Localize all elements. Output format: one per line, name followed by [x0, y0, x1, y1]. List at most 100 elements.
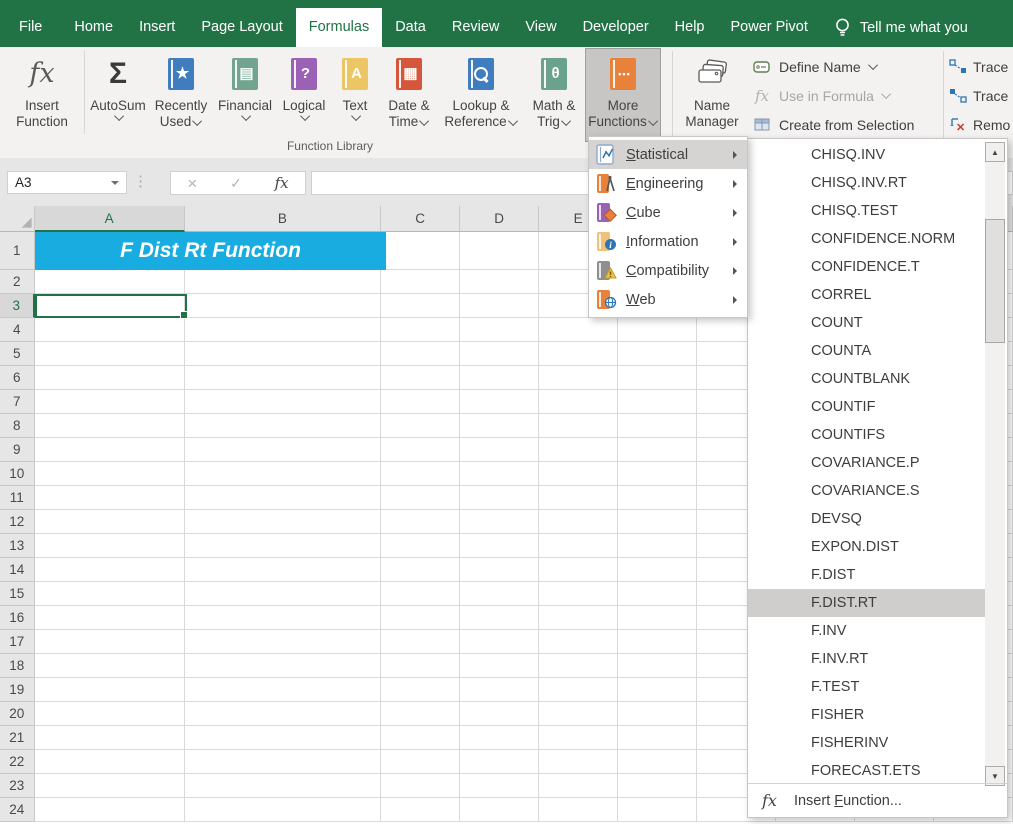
formula-bar-grip-icon[interactable]: ⋮: [133, 172, 148, 190]
cell[interactable]: [35, 270, 185, 294]
remove-arrows-button[interactable]: ✕Remo: [948, 110, 1013, 139]
row-header-16[interactable]: 16: [0, 606, 35, 630]
row-header-19[interactable]: 19: [0, 678, 35, 702]
cell[interactable]: [618, 366, 697, 390]
cell[interactable]: [618, 414, 697, 438]
date-time-button[interactable]: ▦Date &Time: [379, 48, 439, 142]
tab-home[interactable]: Home: [61, 8, 126, 47]
cell[interactable]: [185, 606, 381, 630]
row-header-5[interactable]: 5: [0, 342, 35, 366]
row-header-18[interactable]: 18: [0, 654, 35, 678]
function-list-scrollbar[interactable]: ▲ ▼: [985, 142, 1005, 786]
cell[interactable]: [618, 774, 697, 798]
cell[interactable]: [460, 510, 539, 534]
cell[interactable]: [381, 678, 460, 702]
function-item-confidence-t[interactable]: CONFIDENCE.T: [748, 253, 986, 281]
cell[interactable]: [539, 798, 618, 822]
cell[interactable]: [539, 726, 618, 750]
cell[interactable]: [35, 342, 185, 366]
cell[interactable]: [185, 702, 381, 726]
function-item-expon-dist[interactable]: EXPON.DIST: [748, 533, 986, 561]
cell[interactable]: [460, 232, 539, 270]
cell[interactable]: [185, 798, 381, 822]
cell[interactable]: [35, 606, 185, 630]
cell[interactable]: [185, 750, 381, 774]
row-header-8[interactable]: 8: [0, 414, 35, 438]
tab-power-pivot[interactable]: Power Pivot: [717, 8, 820, 47]
row-header-4[interactable]: 4: [0, 318, 35, 342]
function-item-covariance-p[interactable]: COVARIANCE.P: [748, 449, 986, 477]
tab-developer[interactable]: Developer: [570, 8, 662, 47]
cell[interactable]: [35, 462, 185, 486]
column-header-B[interactable]: B: [185, 206, 381, 232]
cell[interactable]: [539, 414, 618, 438]
function-item-covariance-s[interactable]: COVARIANCE.S: [748, 477, 986, 505]
cell[interactable]: [35, 414, 185, 438]
row-header-9[interactable]: 9: [0, 438, 35, 462]
tab-file[interactable]: File: [0, 8, 61, 47]
cell[interactable]: [460, 582, 539, 606]
cell[interactable]: [460, 486, 539, 510]
cell[interactable]: [381, 606, 460, 630]
financial-button[interactable]: ▤Financial: [213, 48, 277, 142]
function-item-correl[interactable]: CORREL: [748, 281, 986, 309]
tab-data[interactable]: Data: [382, 8, 439, 47]
cell[interactable]: [185, 678, 381, 702]
row-header-10[interactable]: 10: [0, 462, 35, 486]
fill-handle[interactable]: [180, 311, 188, 319]
cell[interactable]: [539, 342, 618, 366]
scrollbar-thumb[interactable]: [985, 219, 1005, 343]
cell[interactable]: [35, 798, 185, 822]
cell[interactable]: [381, 232, 460, 270]
cell[interactable]: [185, 510, 381, 534]
function-item-count[interactable]: COUNT: [748, 309, 986, 337]
cell[interactable]: [381, 510, 460, 534]
cell[interactable]: [460, 438, 539, 462]
cell[interactable]: [185, 534, 381, 558]
cell[interactable]: [539, 462, 618, 486]
cell[interactable]: [35, 630, 185, 654]
cell[interactable]: [460, 534, 539, 558]
cell[interactable]: [185, 318, 381, 342]
cell[interactable]: [185, 342, 381, 366]
cell[interactable]: [35, 582, 185, 606]
math-trig-button[interactable]: θMath &Trig: [523, 48, 585, 142]
scroll-up-arrow-icon[interactable]: ▲: [985, 142, 1005, 162]
tab-page-layout[interactable]: Page Layout: [188, 8, 295, 47]
cell[interactable]: [381, 702, 460, 726]
cell[interactable]: [460, 270, 539, 294]
cell[interactable]: [460, 414, 539, 438]
cell[interactable]: [460, 630, 539, 654]
cell[interactable]: [539, 774, 618, 798]
cell[interactable]: [539, 558, 618, 582]
text-button[interactable]: AText: [331, 48, 379, 142]
row-header-2[interactable]: 2: [0, 270, 35, 294]
selected-cell-A3[interactable]: [35, 294, 187, 318]
cell[interactable]: [618, 510, 697, 534]
cell[interactable]: [185, 414, 381, 438]
cell[interactable]: [185, 438, 381, 462]
tab-help[interactable]: Help: [662, 8, 718, 47]
cancel-icon[interactable]: ×: [187, 175, 197, 192]
cell[interactable]: [618, 726, 697, 750]
cell[interactable]: [185, 294, 381, 318]
cell[interactable]: [381, 318, 460, 342]
function-item-forecast-ets[interactable]: FORECAST.ETS: [748, 757, 986, 785]
trace-dependents-button[interactable]: Trace: [948, 81, 1013, 110]
cell[interactable]: [539, 534, 618, 558]
menu-item-compatibility[interactable]: Compatibility: [589, 256, 747, 285]
cell[interactable]: [35, 774, 185, 798]
cell[interactable]: [460, 750, 539, 774]
column-header-A[interactable]: A: [35, 206, 185, 232]
function-item-chisq-test[interactable]: CHISQ.TEST: [748, 197, 986, 225]
insert-function-icon[interactable]: fx: [275, 174, 289, 192]
cell[interactable]: [381, 582, 460, 606]
cell[interactable]: [381, 798, 460, 822]
cell[interactable]: [185, 462, 381, 486]
row-header-24[interactable]: 24: [0, 798, 35, 822]
cell[interactable]: [185, 270, 381, 294]
cell[interactable]: [618, 750, 697, 774]
cell[interactable]: [539, 510, 618, 534]
cell[interactable]: [460, 798, 539, 822]
insert-function-button[interactable]: fxInsertFunction: [2, 48, 82, 142]
